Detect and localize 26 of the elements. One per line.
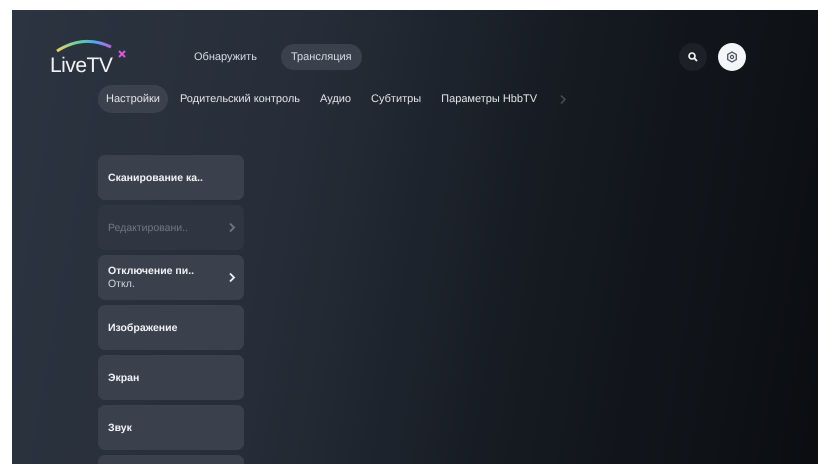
settings-tab[interactable]: Субтитры (363, 85, 430, 113)
settings-icon (726, 51, 738, 63)
settings-tab[interactable]: Родительский контроль (172, 85, 308, 113)
settings-tab[interactable]: Аудио (312, 85, 360, 113)
menu-label: Отключение пи.. (108, 265, 196, 277)
menu-card[interactable]: Сканирование ка.. (98, 155, 244, 200)
livetv-logo: LiveTV (50, 38, 140, 76)
menu-card[interactable]: Звук (98, 405, 244, 450)
nav-tab[interactable]: Трансляция (280, 44, 362, 70)
menu-label: Сканирование ка.. (108, 172, 204, 184)
chevron-right-icon (228, 222, 236, 233)
menu-card[interactable]: Отключение пи.. Откл. (98, 255, 244, 300)
settings-tab[interactable]: Настройки (98, 85, 168, 113)
menu-card[interactable]: Экран (98, 355, 244, 400)
menu-label: Звук (108, 422, 133, 434)
search-icon (688, 52, 698, 62)
nav-tab[interactable]: Обнаружить (184, 44, 267, 70)
settings-tab[interactable]: Параметры HbbTV (433, 85, 546, 113)
chevron-right-icon (228, 272, 236, 283)
menu-card[interactable]: Изображение (98, 305, 244, 350)
menu-label: Изображение (108, 322, 178, 334)
settings-button[interactable] (718, 43, 746, 71)
menu-label: Редактировани.. (108, 222, 189, 234)
menu-label: Экран (108, 372, 140, 384)
menu-value: Откл. (108, 278, 136, 290)
search-button[interactable] (679, 43, 707, 71)
